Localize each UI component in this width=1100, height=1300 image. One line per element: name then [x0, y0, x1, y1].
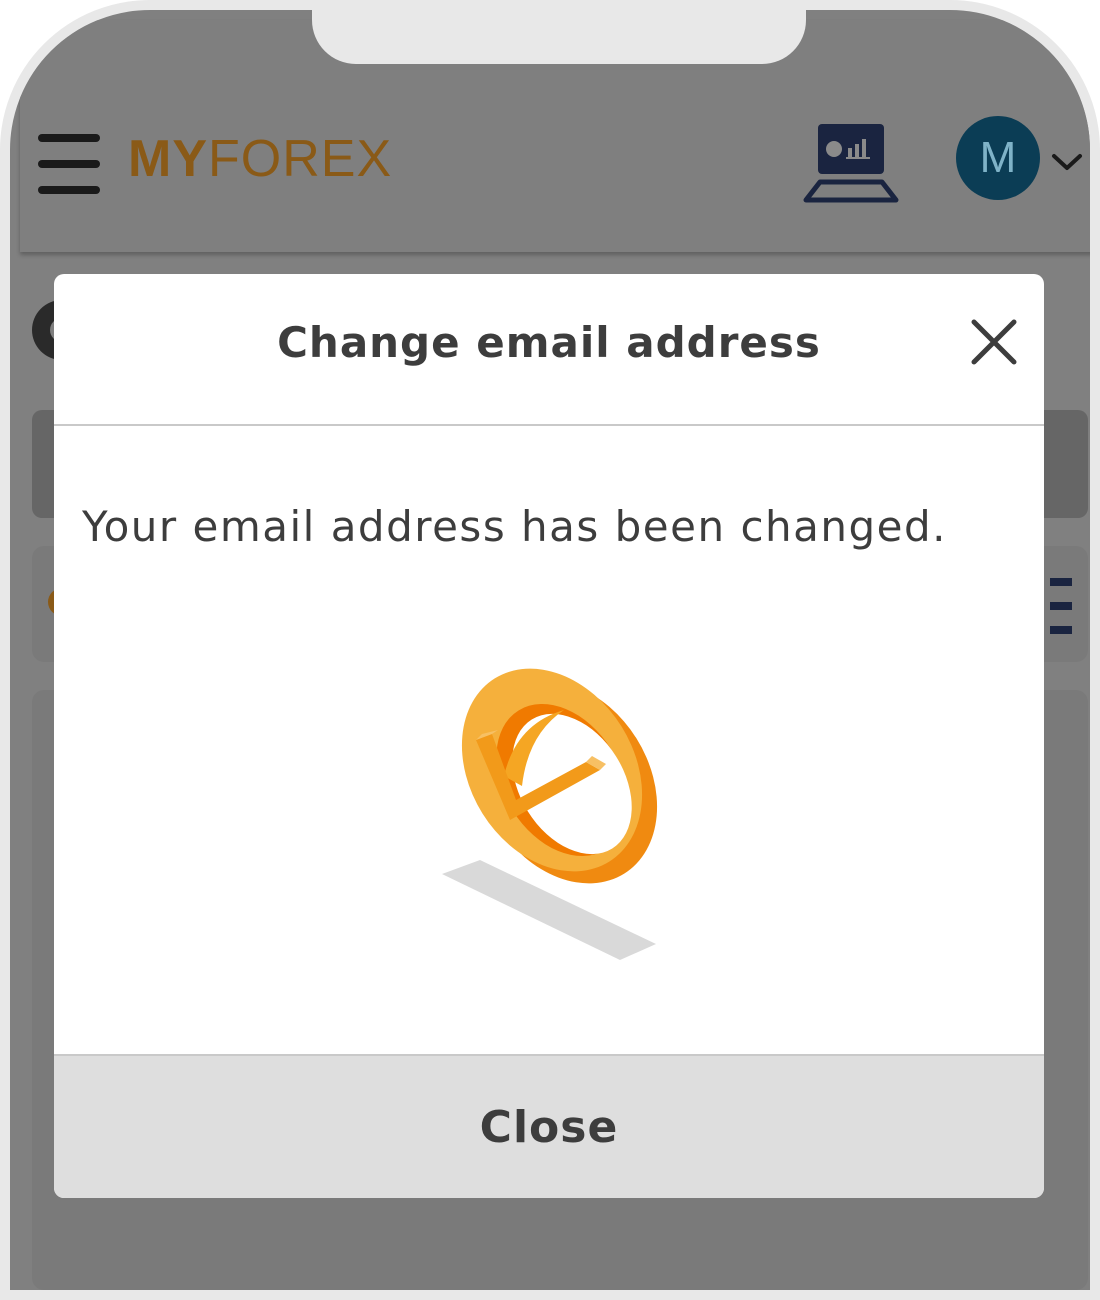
dialog-header: Change email address	[54, 274, 1044, 426]
hamburger-menu-icon[interactable]	[38, 134, 100, 194]
list-icon	[1050, 578, 1072, 634]
logo-my: MY	[128, 130, 208, 188]
dialog-title: Change email address	[277, 318, 821, 367]
avatar-initial: M	[979, 133, 1017, 182]
phone-notch	[312, 10, 806, 64]
logo-forex: FOREX	[208, 130, 393, 188]
user-avatar[interactable]: M	[956, 116, 1040, 200]
close-button[interactable]: Close	[54, 1054, 1044, 1198]
close-button-label: Close	[479, 1101, 619, 1153]
checkmark-ring-icon	[442, 668, 658, 960]
myforex-logo[interactable]: MYFOREX	[128, 133, 392, 185]
close-icon[interactable]	[966, 314, 1022, 370]
success-message: Your email address has been changed.	[82, 502, 948, 551]
trading-terminal-icon[interactable]	[802, 122, 900, 204]
change-email-dialog: Change email address Your email address …	[54, 274, 1044, 1198]
chevron-down-icon[interactable]	[1050, 150, 1084, 174]
